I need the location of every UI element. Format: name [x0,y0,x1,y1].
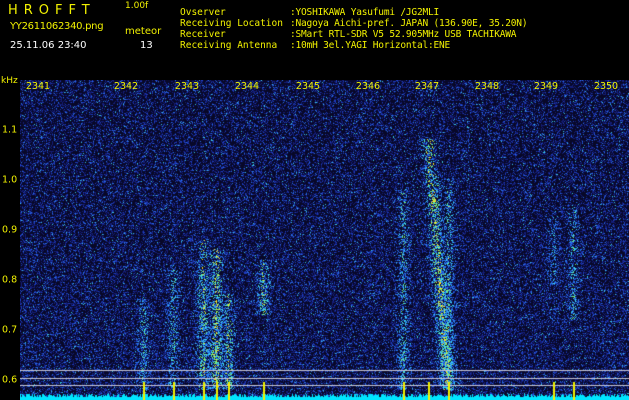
time-tick: 2348 [474,81,500,92]
freq-tick: 0.8 [2,274,18,286]
freq-tick: 0.9 [2,224,18,236]
time-tick: 2347 [414,81,440,92]
freq-tick: 1.0 [2,174,18,186]
hrofft-window: HROFFT 1.00f YY2611062340.png meteor 25.… [0,0,629,400]
time-tick: 2343 [174,81,200,92]
info-value-receiver: :SMart RTL-SDR V5 52.905MHz USB TACHIKAW… [290,29,517,40]
spectrogram-plot [20,80,629,400]
time-tick: 2344 [234,81,260,92]
info-value-observer: :YOSHIKAWA Yasufumi /JG2MLI [290,7,440,18]
freq-tick: 0.7 [2,324,18,336]
spectrogram-image [20,80,629,400]
info-value-antenna: :10mH 3el.YAGI Horizontal:ENE [290,40,451,51]
app-version: 1.00f [125,1,149,11]
mode-label: meteor [125,26,162,37]
info-value-location: :Nagoya Aichi-pref. JAPAN (136.90E, 35.2… [290,18,528,29]
time-tick: 2346 [355,81,381,92]
info-label-location: Receiving Location [180,18,283,29]
time-tick: 2341 [25,81,51,92]
info-label-receiver: Receiver [180,29,226,40]
time-tick: 2345 [295,81,321,92]
timestamp: 25.11.06 23:40 [10,40,87,51]
freq-tick: 0.6 [2,374,18,386]
file-name: YY2611062340.png [10,21,104,32]
app-title: HROFFT [8,3,96,18]
freq-tick: 1.1 [2,124,18,136]
info-label-antenna: Receiving Antenna [180,40,278,51]
echo-count: 13 [140,40,153,51]
freq-unit-label: kHz [1,76,18,86]
info-label-observer: Ovserver [180,7,226,18]
time-tick: 2350 [593,81,619,92]
time-tick: 2349 [533,81,559,92]
time-tick: 2342 [113,81,139,92]
